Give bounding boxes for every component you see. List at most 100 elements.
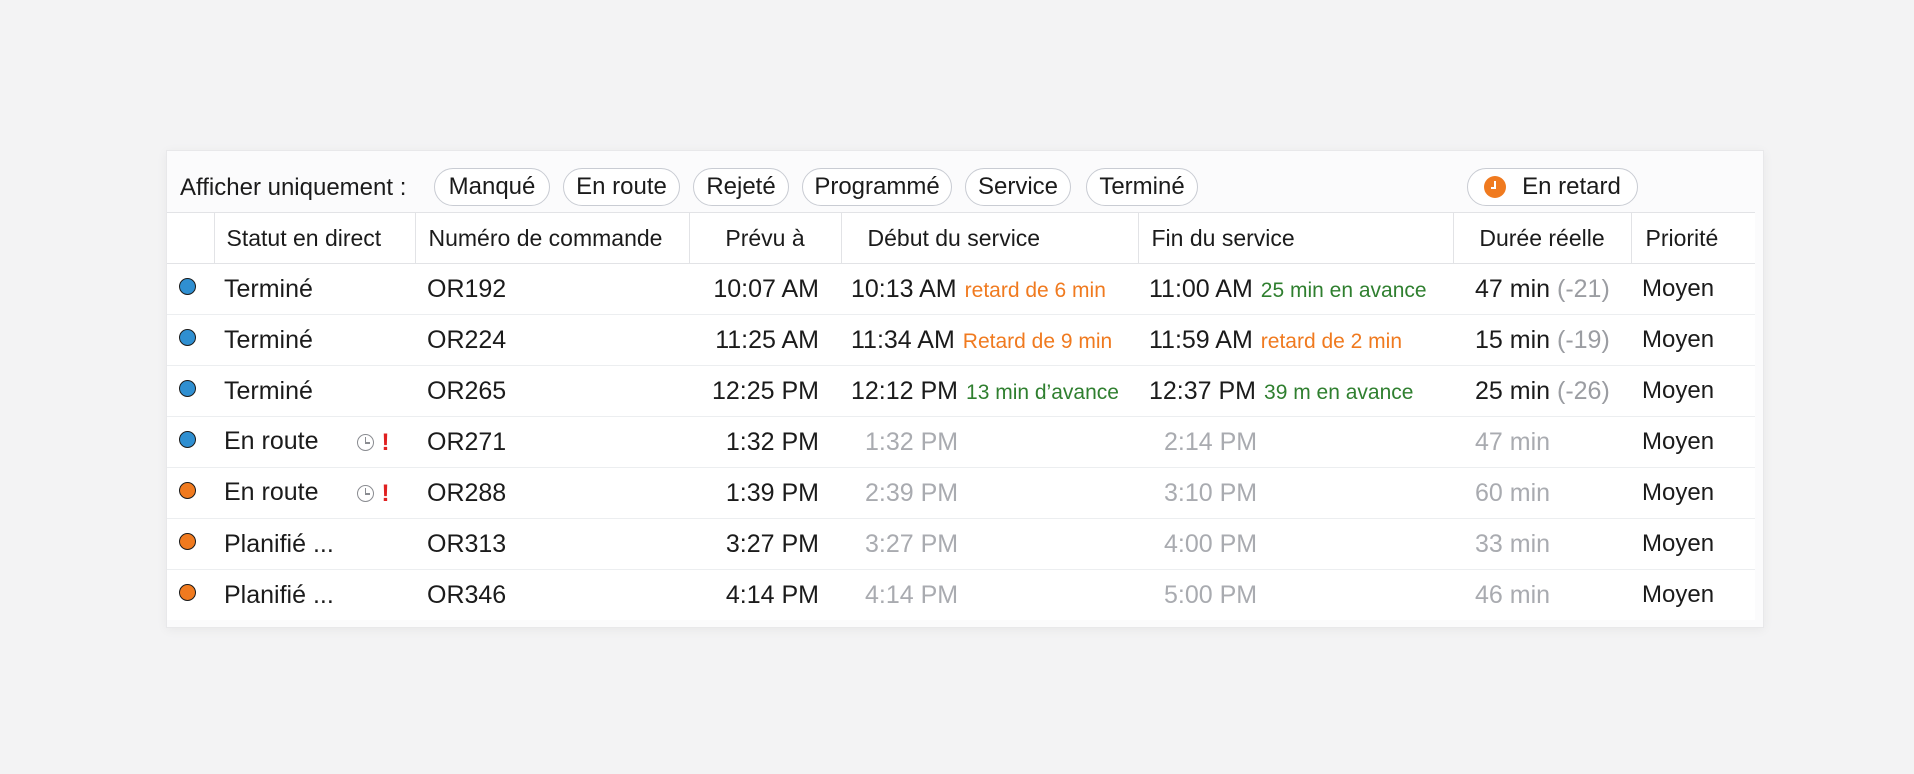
late-chip-label: En retard bbox=[1522, 173, 1621, 200]
actual-duration: 47 min bbox=[1475, 274, 1551, 303]
status-text: Planifié ... bbox=[224, 580, 334, 609]
service-end-cell: 5:00 PM bbox=[1138, 570, 1453, 621]
status-text: En route bbox=[224, 478, 319, 507]
table-row[interactable]: En route! OR288 1:39 PM 2:39 PM 3:10 PM 60 mi… bbox=[167, 467, 1755, 519]
service-end-note: retard de 2 min bbox=[1260, 329, 1403, 353]
actual-duration: 60 min bbox=[1475, 478, 1551, 507]
actual-duration: 15 min bbox=[1475, 325, 1551, 354]
service-end-note: 25 min en avance bbox=[1260, 278, 1427, 302]
filter-chip-programme[interactable]: Programmé bbox=[802, 168, 952, 206]
order-number-cell[interactable]: OR224 bbox=[415, 314, 689, 366]
duration-delta: (-26) bbox=[1557, 376, 1610, 405]
table-row[interactable]: En route! OR271 1:32 PM 1:32 PM 2:14 PM 47 mi… bbox=[167, 416, 1755, 468]
status-dot-cell bbox=[167, 570, 214, 621]
column-header-end[interactable]: Fin du service bbox=[1138, 212, 1454, 264]
order-number-cell[interactable]: OR346 bbox=[415, 570, 689, 621]
clock-alert-icon bbox=[1484, 176, 1507, 198]
status-dot-cell bbox=[167, 416, 214, 468]
order-number-cell[interactable]: OR288 bbox=[415, 467, 689, 519]
service-start-time: 1:32 PM bbox=[865, 427, 959, 456]
status-text: Terminé bbox=[224, 376, 313, 405]
status-dot-cell bbox=[167, 263, 214, 315]
service-start-cell: 4:14 PM bbox=[841, 570, 1138, 621]
priority-cell: Moyen bbox=[1631, 314, 1755, 366]
filter-chip-rejete[interactable]: Rejeté bbox=[693, 168, 789, 206]
column-header-status[interactable]: Statut en direct bbox=[214, 212, 416, 264]
planned-time-cell: 10:07 AM bbox=[689, 263, 841, 315]
service-start-time: 4:14 PM bbox=[865, 580, 959, 609]
actual-duration-cell: 47 min bbox=[1453, 416, 1631, 468]
table-row[interactable]: Planifié ... OR346 4:14 PM 4:14 PM 5:00 PM 46… bbox=[167, 570, 1755, 621]
service-end-cell: 11:00 AM 25 min en avance bbox=[1138, 263, 1453, 315]
order-number-cell[interactable]: OR192 bbox=[415, 263, 689, 315]
filter-bar: Afficher uniquement : Manqué En route Re… bbox=[167, 161, 1755, 215]
service-start-time: 11:34 AM bbox=[851, 325, 955, 354]
order-number-cell[interactable]: OR271 bbox=[415, 416, 689, 468]
planned-time-cell: 11:25 AM bbox=[689, 314, 841, 366]
status-cell: Planifié ... bbox=[214, 570, 415, 621]
clock-icon bbox=[356, 485, 374, 503]
status-dot bbox=[179, 431, 196, 449]
filter-chip-service[interactable]: Service bbox=[965, 168, 1071, 206]
table-row[interactable]: Terminé OR265 12:25 PM 12:12 PM 13 min d’ava… bbox=[167, 365, 1755, 417]
service-start-time: 2:39 PM bbox=[865, 478, 959, 507]
filter-chip-termine[interactable]: Terminé bbox=[1086, 168, 1198, 206]
column-header-priority[interactable]: Priorité bbox=[1631, 212, 1755, 264]
priority-cell: Moyen bbox=[1631, 365, 1755, 417]
service-end-time: 12:37 PM bbox=[1149, 376, 1257, 405]
alert-icon: ! bbox=[381, 479, 390, 507]
service-end-cell: 11:59 AM retard de 2 min bbox=[1138, 314, 1453, 366]
status-cell: Terminé bbox=[214, 314, 415, 366]
column-header-order[interactable]: Numéro de commande bbox=[415, 212, 690, 264]
table-row[interactable]: Terminé OR192 10:07 AM 10:13 AM retard de 6 … bbox=[167, 263, 1755, 315]
service-end-time: 3:10 PM bbox=[1164, 478, 1258, 507]
service-start-time: 10:13 AM bbox=[851, 274, 957, 303]
actual-duration-cell: 47 min (-21) bbox=[1453, 263, 1631, 315]
service-start-time: 3:27 PM bbox=[865, 529, 959, 558]
priority-cell: Moyen bbox=[1631, 416, 1755, 468]
status-text: Terminé bbox=[224, 274, 313, 303]
service-end-time: 11:59 AM bbox=[1149, 325, 1253, 354]
service-end-cell: 4:00 PM bbox=[1138, 518, 1453, 570]
service-start-note: retard de 6 min bbox=[964, 278, 1106, 302]
service-start-note: Retard de 9 min bbox=[962, 329, 1113, 353]
status-dot bbox=[179, 329, 196, 347]
status-cell: En route! bbox=[214, 416, 415, 468]
service-end-cell: 2:14 PM bbox=[1138, 416, 1453, 468]
service-end-time: 4:00 PM bbox=[1164, 529, 1258, 558]
service-start-cell: 3:27 PM bbox=[841, 518, 1138, 570]
status-cell: En route! bbox=[214, 467, 415, 519]
planned-time-cell: 4:14 PM bbox=[725, 580, 819, 609]
status-cell: Planifié ... bbox=[214, 518, 415, 570]
table-row[interactable]: Planifié ... OR313 3:27 PM 3:27 PM 4:00 PM 33… bbox=[167, 518, 1755, 570]
status-dot bbox=[179, 533, 196, 551]
priority-cell: Moyen bbox=[1631, 263, 1755, 315]
column-header-start[interactable]: Début du service bbox=[841, 212, 1139, 264]
planned-time-cell: 3:27 PM bbox=[689, 518, 841, 570]
planned-time-cell: 1:39 PM bbox=[689, 467, 841, 519]
column-header-dot bbox=[167, 212, 215, 264]
actual-duration: 47 min bbox=[1475, 427, 1551, 456]
service-end-cell: 12:37 PM 39 m en avance bbox=[1138, 365, 1453, 417]
column-header-duration[interactable]: Durée réelle bbox=[1453, 212, 1632, 264]
order-number-cell[interactable]: OR313 bbox=[415, 518, 689, 570]
planned-time-cell: 12:25 PM bbox=[689, 365, 841, 417]
order-number-cell[interactable]: OR265 bbox=[415, 365, 689, 417]
filter-chip-manque[interactable]: Manqué bbox=[434, 168, 550, 206]
service-end-note: 39 m en avance bbox=[1264, 380, 1414, 404]
service-start-cell: 11:34 AM Retard de 9 min bbox=[841, 314, 1138, 366]
table-row[interactable]: Terminé OR224 11:25 AM 11:34 AM Retard de 9 … bbox=[167, 314, 1755, 366]
actual-duration-cell: 33 min bbox=[1453, 518, 1631, 570]
status-dot bbox=[179, 278, 196, 296]
planned-time-cell: 1:32 PM bbox=[689, 416, 841, 468]
filter-chip-en-retard[interactable]: En retard bbox=[1467, 168, 1638, 206]
service-end-time: 5:00 PM bbox=[1164, 580, 1258, 609]
status-dot bbox=[179, 482, 196, 500]
filter-chip-en-route[interactable]: En route bbox=[563, 168, 680, 206]
service-start-cell: 1:32 PM bbox=[841, 416, 1138, 468]
status-dot-cell bbox=[167, 314, 214, 366]
orders-panel: Afficher uniquement : Manqué En route Re… bbox=[166, 150, 1764, 628]
orders-table: Statut en direct Numéro de commande Prév… bbox=[167, 212, 1755, 620]
status-dot bbox=[179, 380, 196, 398]
column-header-planned[interactable]: Prévu à bbox=[689, 212, 842, 264]
